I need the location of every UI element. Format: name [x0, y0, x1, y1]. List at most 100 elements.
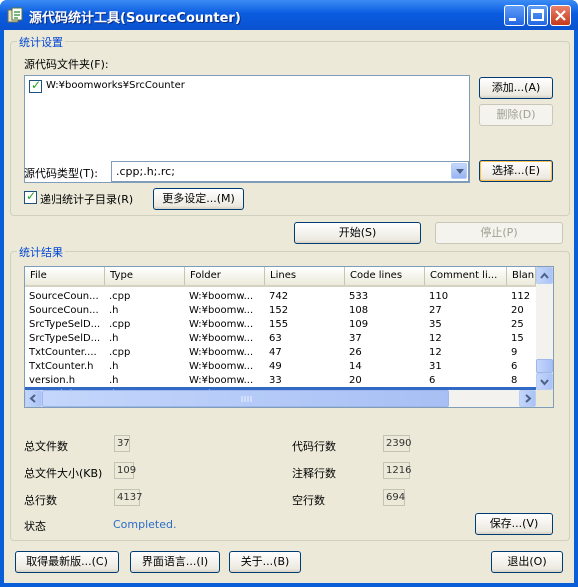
maximize-icon [531, 9, 544, 21]
title-bar[interactable]: 源代码统计工具(SourceCounter) [0, 0, 578, 30]
table-row[interactable]: SrcTypeSelD... .h W:¥boomw... 63 37 12 15 [25, 331, 536, 345]
results-horizontal-scrollbar[interactable] [25, 390, 536, 407]
minimize-icon [509, 18, 516, 21]
blank-lines-label: 空行数 [292, 494, 325, 507]
cell-code-lines: 533 [349, 290, 369, 302]
cell-file: TxtCounter.... [29, 346, 97, 358]
scroll-left-button[interactable] [25, 390, 42, 407]
cell-comment-lines: 12 [429, 332, 442, 344]
cell-blank-lines: 9 [511, 346, 518, 358]
cell-blank-lines: 112 [511, 290, 531, 302]
cell-file: SourceCoun... [29, 290, 99, 302]
cell-blank-lines: 20 [511, 304, 524, 316]
comment-lines-label: 注释行数 [292, 467, 336, 480]
close-icon [555, 10, 566, 21]
cell-file: SrcTypeSelD... [29, 318, 101, 330]
scroll-right-button[interactable] [519, 390, 536, 407]
chevron-left-icon [29, 394, 36, 403]
cell-blank-lines: 6 [511, 360, 518, 372]
scroll-down-button[interactable] [536, 373, 553, 390]
total-lines-label: 总行数 [24, 494, 57, 507]
cell-type: .h [109, 374, 119, 386]
exit-button[interactable]: 退出(O) [491, 551, 563, 573]
cell-folder: W:¥boomw... [189, 318, 254, 330]
cell-comment-lines: 27 [429, 304, 442, 316]
column-header-blank-lines[interactable]: Blan [507, 267, 536, 285]
window-title: 源代码统计工具(SourceCounter) [29, 11, 241, 26]
folder-path: W:¥boomworks¥SrcCounter [46, 80, 185, 91]
start-button[interactable]: 开始(S) [294, 222, 421, 244]
app-window: 源代码统计工具(SourceCounter) 统计设置 源代码文件夹(F): W… [0, 0, 578, 587]
cell-folder: W:¥boomw... [189, 374, 254, 386]
cell-lines: 155 [269, 318, 289, 330]
add-folder-button[interactable]: 添加...(A) [479, 77, 553, 99]
table-row[interactable]: TxtCounter.h .h W:¥boomw... 49 14 31 6 [25, 359, 536, 373]
cell-type: .h [109, 304, 119, 316]
scroll-thumb-horizontal[interactable] [42, 390, 449, 407]
cell-lines: 742 [269, 290, 289, 302]
about-button[interactable]: 关于...(B) [229, 551, 301, 573]
total-size-value: 109 [114, 462, 136, 479]
source-folder-label: 源代码文件夹(F): [24, 58, 109, 71]
scroll-up-button[interactable] [536, 267, 553, 284]
cell-folder: W:¥boomw... [189, 360, 254, 372]
select-type-button[interactable]: 选择...(E) [479, 160, 553, 182]
table-row[interactable]: TxtCounter.... .cpp W:¥boomw... 47 26 12 9 [25, 345, 536, 359]
cell-lines: 152 [269, 304, 289, 316]
cell-folder: W:¥boomw... [189, 304, 254, 316]
table-row[interactable]: SourceCoun... .cpp W:¥boomw... 742 533 110 112 [25, 289, 536, 303]
cell-folder: W:¥boomw... [189, 290, 254, 302]
column-header-file[interactable]: File [25, 267, 105, 285]
column-header-lines[interactable]: Lines [265, 267, 345, 285]
more-settings-button[interactable]: 更多设定...(M) [153, 188, 244, 210]
cell-type: .cpp [109, 290, 131, 302]
cell-code-lines: 37 [349, 332, 362, 344]
cell-file: SrcTypeSelD... [29, 332, 101, 344]
client-area: 统计设置 源代码文件夹(F): W:¥boomworks¥SrcCounter … [4, 30, 574, 583]
comment-lines-value: 1216 [383, 462, 411, 479]
app-icon [7, 7, 23, 23]
stop-button[interactable]: 停止(P) [435, 222, 563, 244]
results-table-header: File Type Folder Lines Code lines Commen… [25, 267, 536, 287]
cell-file: version.h [29, 374, 76, 386]
blank-lines-value: 694 [383, 489, 405, 506]
results-table[interactable]: File Type Folder Lines Code lines Commen… [24, 266, 554, 408]
cell-type: .cpp [109, 318, 131, 330]
column-header-comment-lines[interactable]: Comment li... [425, 267, 507, 285]
total-size-label: 总文件大小(KB) [24, 467, 103, 480]
table-row[interactable]: SourceCoun... .h W:¥boomw... 152 108 27 20 [25, 303, 536, 317]
table-row[interactable]: version.h .h W:¥boomw... 33 20 6 8 [25, 373, 536, 387]
save-button[interactable]: 保存...(V) [475, 513, 553, 535]
source-type-label: 源代码类型(T): [24, 167, 99, 180]
cell-code-lines: 26 [349, 346, 362, 358]
cell-blank-lines: 25 [511, 318, 524, 330]
minimize-button[interactable] [504, 5, 525, 26]
source-type-combo[interactable]: .cpp;.h;.rc; [111, 161, 469, 182]
cell-lines: 49 [269, 360, 282, 372]
cell-code-lines: 109 [349, 318, 369, 330]
recursive-checkbox[interactable] [24, 189, 37, 204]
results-vertical-scrollbar[interactable] [536, 267, 553, 390]
cell-folder: W:¥boomw... [189, 332, 254, 344]
maximize-button[interactable] [527, 5, 548, 26]
language-button[interactable]: 界面语言...(I) [130, 551, 220, 573]
cell-comment-lines: 6 [429, 374, 436, 386]
delete-folder-button[interactable]: 删除(D) [479, 104, 553, 126]
status-label: 状态 [24, 520, 46, 533]
total-files-value: 37 [114, 435, 130, 452]
scroll-thumb-vertical[interactable] [536, 359, 553, 373]
code-lines-label: 代码行数 [292, 440, 336, 453]
get-latest-button[interactable]: 取得最新版...(C) [15, 551, 119, 573]
column-header-folder[interactable]: Folder [185, 267, 265, 285]
column-header-type[interactable]: Type [105, 267, 185, 285]
grip-icon [241, 396, 252, 402]
chevron-down-icon[interactable] [451, 163, 467, 179]
table-row[interactable]: SrcTypeSelD... .cpp W:¥boomw... 155 109 35 25 [25, 317, 536, 331]
cell-blank-lines: 8 [511, 374, 518, 386]
column-header-code-lines[interactable]: Code lines [345, 267, 425, 285]
cell-code-lines: 20 [349, 374, 362, 386]
cell-code-lines: 14 [349, 360, 362, 372]
cell-code-lines: 108 [349, 304, 369, 316]
close-button[interactable] [550, 5, 571, 26]
folder-checkbox[interactable] [29, 78, 42, 93]
